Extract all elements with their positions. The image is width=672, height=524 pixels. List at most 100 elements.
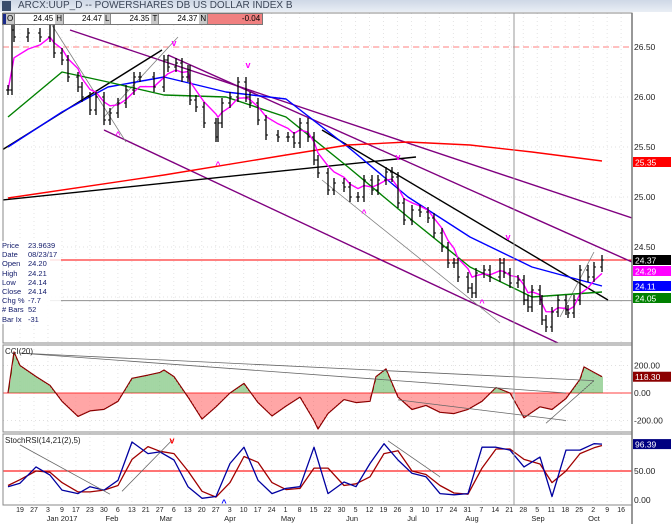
x-month-label: Jan 2017 xyxy=(47,514,78,523)
price-bar xyxy=(116,98,120,118)
price-bar xyxy=(38,28,42,42)
price-bar xyxy=(526,295,530,312)
x-tick-label: 16 xyxy=(617,507,625,514)
turn-marker: v xyxy=(505,232,510,242)
info-value: 52 xyxy=(28,305,37,315)
price-bar xyxy=(332,178,336,195)
price-bar xyxy=(498,258,502,282)
info-value: -31 xyxy=(28,314,39,324)
trendline xyxy=(3,156,417,201)
turn-marker: ^ xyxy=(479,298,485,308)
x-tick-label: 10 xyxy=(240,507,248,514)
price-bar xyxy=(66,55,70,82)
x-tick-label: 17 xyxy=(72,507,80,514)
x-tick-label: 27 xyxy=(156,507,164,514)
trendline xyxy=(69,29,632,219)
price-chart[interactable]: vvvvv^^^^^ 19273917233061321276132027310… xyxy=(0,0,672,524)
cci-title: CCI(20) xyxy=(5,347,33,356)
price-bar xyxy=(202,102,206,128)
price-bar xyxy=(94,92,98,115)
info-label: High xyxy=(2,268,18,278)
info-label: Chg % xyxy=(2,296,25,306)
x-tick-label: 11 xyxy=(548,507,555,514)
trendline xyxy=(49,21,127,143)
low-key: L xyxy=(104,14,112,24)
ohlc-header: O 24.45 H 24.47 L 24.35 T 24.37 N -0.04 xyxy=(2,13,264,25)
info-label: Low xyxy=(2,277,16,287)
x-tick-label: 9 xyxy=(605,507,609,514)
x-tick-label: 5 xyxy=(354,507,358,514)
high-value: 24.47 xyxy=(81,14,103,23)
stochrsi-tick-label: 50.00 xyxy=(634,466,656,476)
x-tick-label: 5 xyxy=(535,507,539,514)
price-tick-label: 25.00 xyxy=(634,192,656,202)
x-tick-label: 28 xyxy=(519,507,527,514)
price-bar xyxy=(6,85,10,95)
x-tick-label: 30 xyxy=(338,507,346,514)
price-bar xyxy=(342,178,346,192)
x-tick-label: 17 xyxy=(254,507,262,514)
info-value: 24.14 xyxy=(28,287,47,297)
last-key: T xyxy=(151,14,160,24)
price-bar xyxy=(152,72,156,92)
price-bar xyxy=(194,95,198,112)
cci-tick-label: -200.00 xyxy=(634,416,663,426)
stochrsi-badge-label: 96.39 xyxy=(635,440,657,450)
price-bar xyxy=(306,118,310,142)
info-value: -7.7 xyxy=(28,296,41,306)
price-bar xyxy=(540,295,544,325)
info-value: 24.20 xyxy=(28,259,47,269)
price-bar xyxy=(466,272,470,293)
stochrsi-marker: ^ xyxy=(221,498,227,508)
x-tick-label: 27 xyxy=(212,507,220,514)
price-bar xyxy=(572,295,576,318)
price-bar xyxy=(384,167,388,185)
turn-marker: v xyxy=(245,60,250,70)
x-month-label: Sep xyxy=(531,514,544,523)
x-month-label: Feb xyxy=(106,514,119,523)
turn-marker: ^ xyxy=(361,208,367,218)
x-tick-label: 3 xyxy=(409,507,413,514)
cci-tick-label: 200.00 xyxy=(634,361,660,371)
x-tick-label: 7 xyxy=(479,507,483,514)
price-bar xyxy=(474,268,478,298)
info-row: Low 24.14 xyxy=(2,278,57,287)
info-row: Close 24.14 xyxy=(2,287,57,296)
cci-trendline xyxy=(19,352,595,382)
price-bar xyxy=(298,118,302,148)
price-badge-label: 25.35 xyxy=(635,158,657,168)
cci-badge-label: 118.30 xyxy=(635,372,661,382)
cci-line xyxy=(7,351,603,430)
title-bar: ARCX:UUP_D -- POWERSHARES DB US DOLLAR I… xyxy=(0,0,672,12)
cci-tick-label: 0.00 xyxy=(634,388,651,398)
fast-moving-average-line xyxy=(7,36,603,313)
x-month-label: Aug xyxy=(465,514,478,523)
x-tick-label: 30 xyxy=(100,507,108,514)
price-bar xyxy=(256,98,260,125)
x-tick-label: 19 xyxy=(16,507,24,514)
price-bar xyxy=(488,265,492,282)
x-tick-label: 12 xyxy=(366,507,374,514)
price-badge-label: 24.37 xyxy=(635,256,657,266)
price-badge-label: 24.11 xyxy=(635,282,656,292)
x-tick-label: 20 xyxy=(198,507,206,514)
x-tick-label: 9 xyxy=(60,507,64,514)
x-month-label: May xyxy=(281,514,295,523)
price-bar xyxy=(276,130,280,142)
price-tick-label: 25.50 xyxy=(634,142,656,152)
open-value: 24.45 xyxy=(33,14,54,23)
x-tick-label: 3 xyxy=(228,507,232,514)
cursor-info-panel: Price 23.9639 Date 08/23/17 Open 24.20 High… xyxy=(2,241,62,324)
cci-trendline xyxy=(397,399,567,421)
x-tick-label: 26 xyxy=(394,507,402,514)
stochrsi-title: StochRSI(14,21(2),5) xyxy=(5,436,81,445)
turn-marker: v xyxy=(171,38,176,48)
price-bar xyxy=(446,242,450,268)
info-row: Bar Ix -31 xyxy=(2,315,57,324)
x-tick-label: 23 xyxy=(86,507,94,514)
x-tick-label: 17 xyxy=(436,507,444,514)
x-tick-label: 22 xyxy=(324,507,332,514)
x-month-label: Jun xyxy=(346,514,358,523)
x-tick-label: 3 xyxy=(46,507,50,514)
x-tick-label: 18 xyxy=(561,507,569,514)
